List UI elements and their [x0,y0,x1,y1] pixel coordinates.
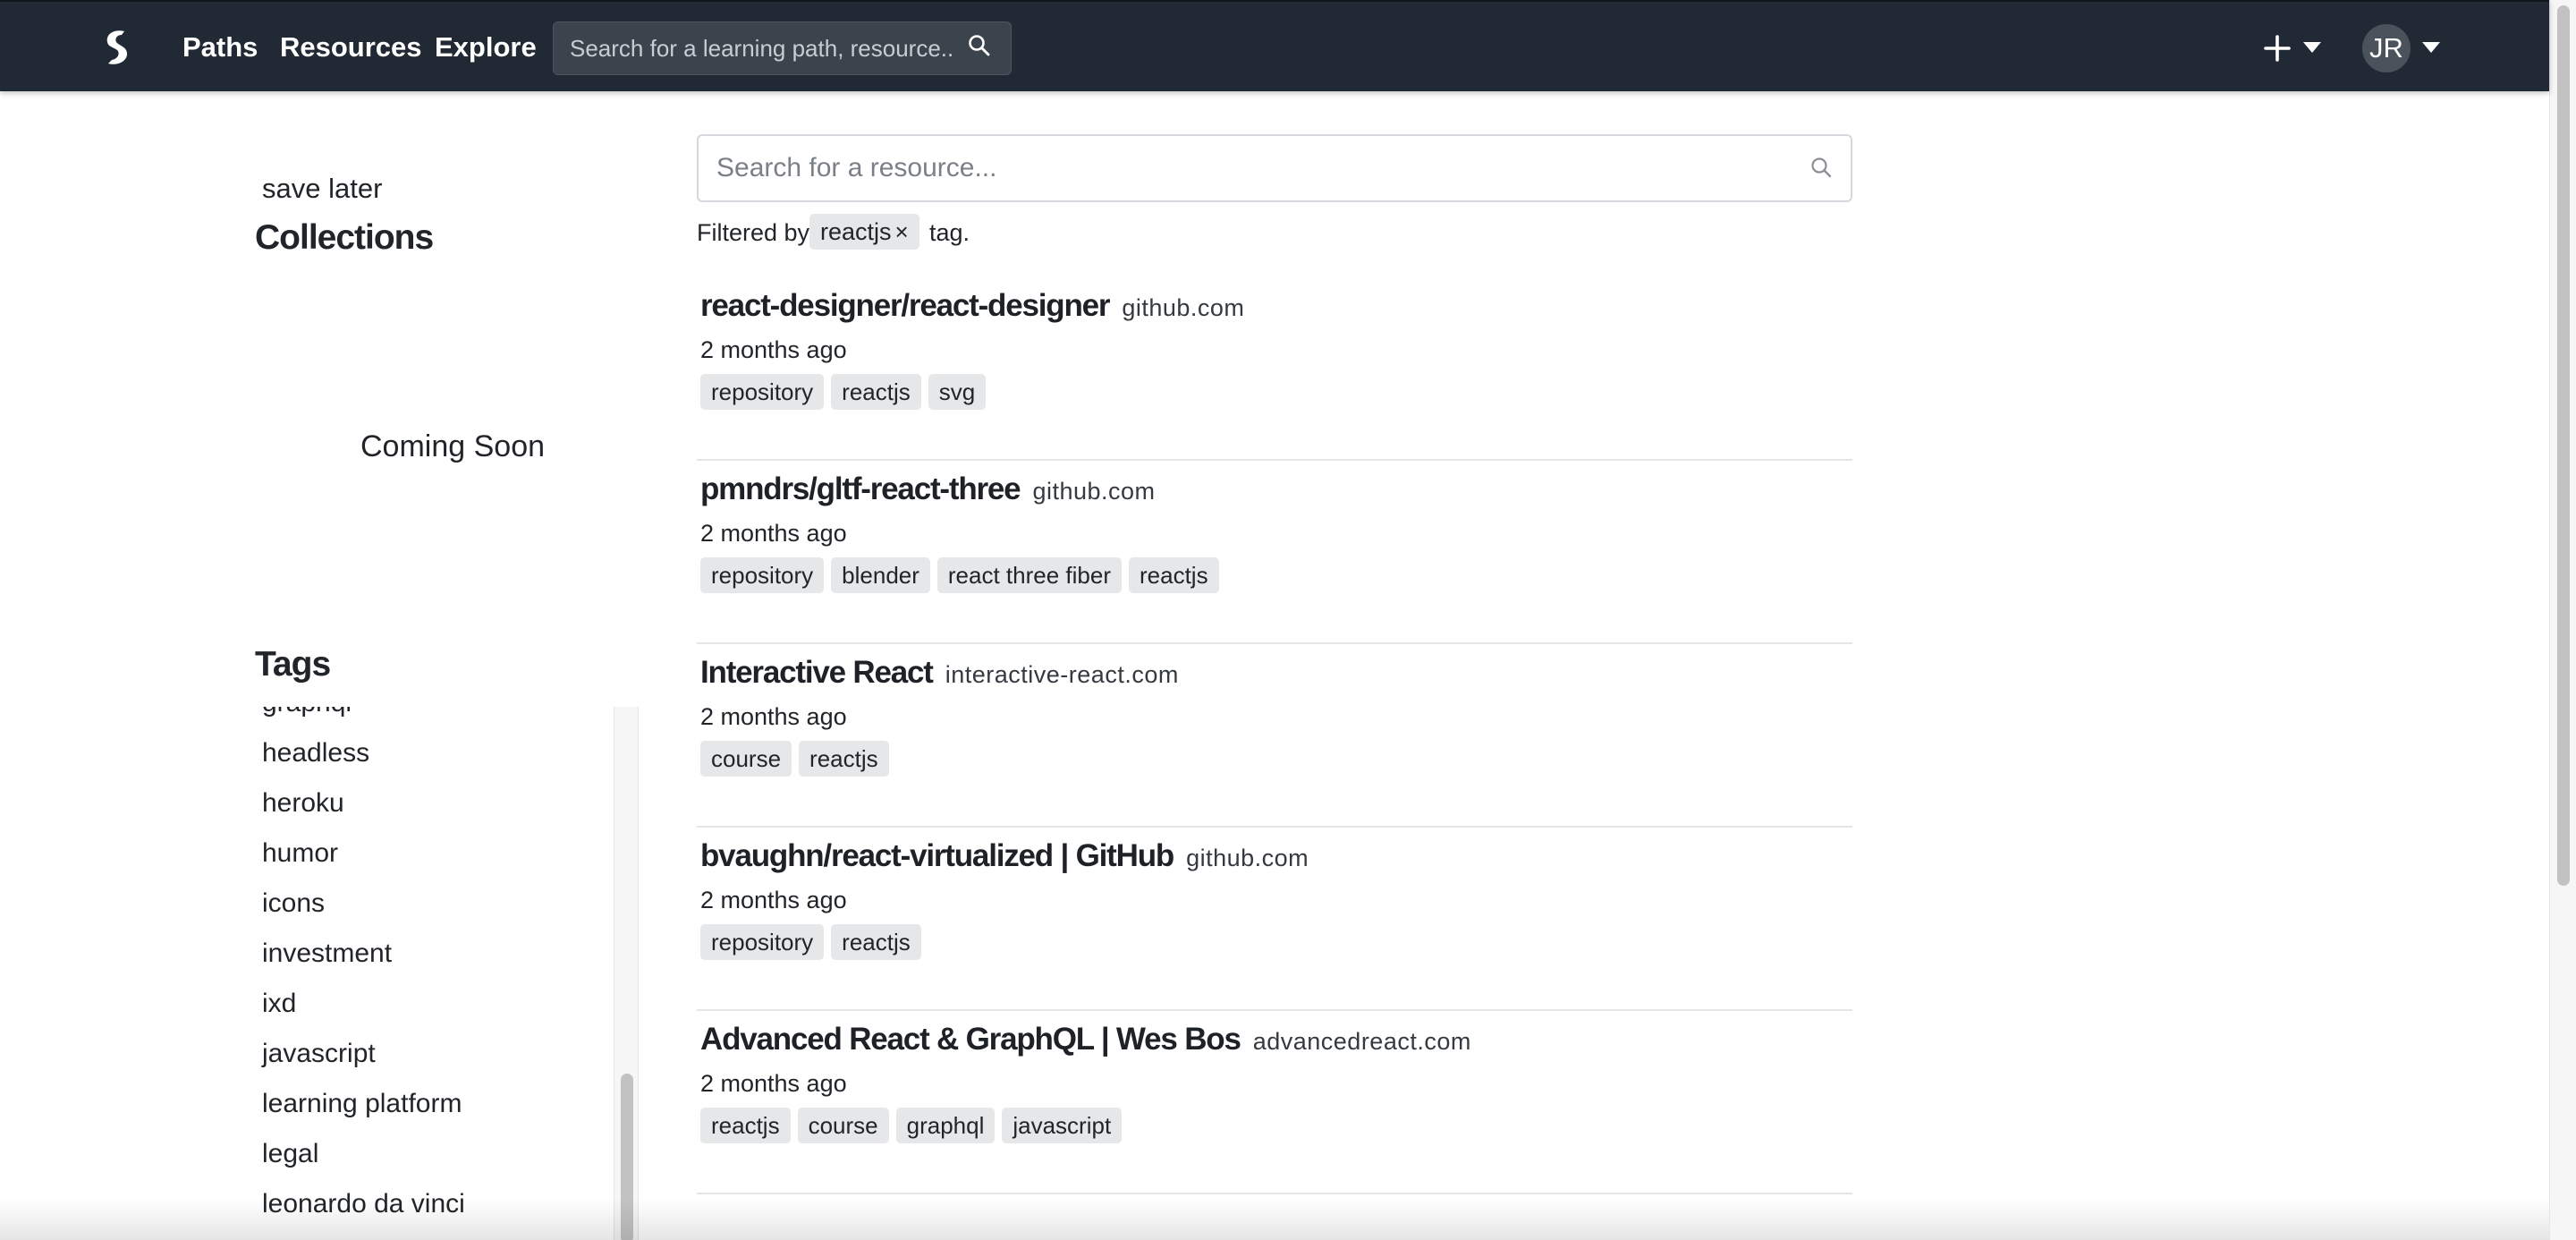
tag-item-javascript[interactable]: javascript [262,1036,465,1086]
global-search [553,21,1012,75]
page-scrollbar[interactable] [2549,0,2576,1240]
resource-item: bvaughn/react-virtualized | GitHub github… [697,828,1852,1011]
resource-tags: repository blender react three fiber reactj… [700,557,1226,593]
resource-domain: github.com [1186,845,1309,871]
search-icon[interactable] [1810,157,1834,180]
tag-chip[interactable]: svg [928,374,987,410]
nav-link-explore[interactable]: Explore [435,29,537,66]
user-menu-caret-icon[interactable] [2422,42,2440,53]
tag-list: graphql headless heroku humor icons inve… [250,707,614,1240]
tag-chip[interactable]: repository [700,374,825,410]
resource-item: Interactive React interactive-react.com 2… [697,644,1852,828]
user-avatar[interactable]: JR [2362,24,2411,72]
resource-timestamp: 2 months ago [700,1070,847,1097]
tag-list-scrollbar[interactable] [614,707,639,1240]
remove-filter-icon[interactable]: × [895,214,909,250]
collections-heading: Collections [255,218,434,257]
resource-timestamp: 2 months ago [700,887,847,913]
nav-link-paths[interactable]: Paths [182,29,258,66]
resource-item: pmndrs/gltf-react-three github.com 2 mont… [697,461,1852,644]
tag-item-headless[interactable]: headless [262,735,465,786]
page-scroll-thumb[interactable] [2557,5,2570,886]
tag-item-heroku[interactable]: heroku [262,786,465,836]
tag-item-ixd[interactable]: ixd [262,986,465,1036]
add-menu-caret-icon[interactable] [2303,42,2321,53]
resource-item: react-designer/react-designer github.com … [697,277,1852,461]
resource-tags: repository reactjs svg [700,374,993,410]
tag-chip[interactable]: blender [831,557,930,593]
tag-chip[interactable]: course [797,1108,889,1143]
tag-item-icons[interactable]: icons [262,886,465,936]
tag-chip[interactable]: reactjs [831,374,921,410]
resource-tags: course reactjs [700,741,896,777]
tag-item-graphql[interactable]: graphql [262,707,465,735]
resource-tags: repository reactjs [700,924,928,960]
tag-chip[interactable]: repository [700,557,825,593]
resource-timestamp: 2 months ago [700,336,847,363]
resource-timestamp: 2 months ago [700,520,847,547]
resource-title[interactable]: pmndrs/gltf-react-three [700,471,1021,506]
resource-domain: github.com [1122,294,1245,321]
resource-title[interactable]: Interactive React [700,655,934,690]
active-filter-tag[interactable]: reactjs × [809,214,919,250]
resource-timestamp: 2 months ago [700,703,847,730]
tag-chip[interactable]: repository [700,924,825,960]
tag-list-scroll-thumb[interactable] [621,1074,633,1240]
resource-title[interactable]: react-designer/react-designer [700,288,1111,323]
tag-chip[interactable]: react three fiber [936,557,1122,593]
resource-tags: reactjs course graphql javascript [700,1108,1129,1143]
add-icon[interactable] [2263,34,2292,63]
active-filter-label: reactjs [820,218,892,245]
tag-chip[interactable]: reactjs [1128,557,1219,593]
resource-title[interactable]: bvaughn/react-virtualized | GitHub [700,838,1174,873]
tag-chip[interactable]: reactjs [799,741,889,777]
resource-search [697,134,1852,202]
save-later-link[interactable]: save later [262,170,382,208]
tag-chip[interactable]: reactjs [700,1108,791,1143]
resource-domain: advancedreact.com [1252,1028,1471,1055]
resource-search-input[interactable] [716,136,1772,200]
nav-link-resources[interactable]: Resources [280,29,422,66]
coming-soon-text: Coming Soon [360,429,546,463]
global-search-input[interactable] [570,22,954,74]
top-navbar: Paths Resources Explore JR [0,0,2549,91]
resource-title[interactable]: Advanced React & GraphQL | Wes Bos [700,1022,1241,1057]
search-icon[interactable] [968,34,991,57]
tags-heading: Tags [255,645,331,684]
resource-domain: github.com [1032,478,1156,505]
filter-prefix: Filtered by [697,219,810,246]
tag-chip[interactable]: course [700,741,792,777]
tag-chip[interactable]: graphql [895,1108,996,1143]
logo-icon[interactable] [100,29,134,66]
tag-item-legal[interactable]: legal [262,1136,465,1186]
resource-item: Advanced React & GraphQL | Wes Bos advanc… [697,1011,1852,1194]
tag-item-investment[interactable]: investment [262,936,465,986]
tag-chip[interactable]: javascript [1002,1108,1123,1143]
filter-suffix: tag. [929,219,970,246]
tag-item-leonardo-da-vinci[interactable]: leonardo da vinci [262,1186,465,1236]
tag-item-learning-platform[interactable]: learning platform [262,1086,465,1136]
tag-chip[interactable]: reactjs [831,924,921,960]
tag-item-humor[interactable]: humor [262,836,465,886]
resource-domain: interactive-react.com [945,661,1179,688]
